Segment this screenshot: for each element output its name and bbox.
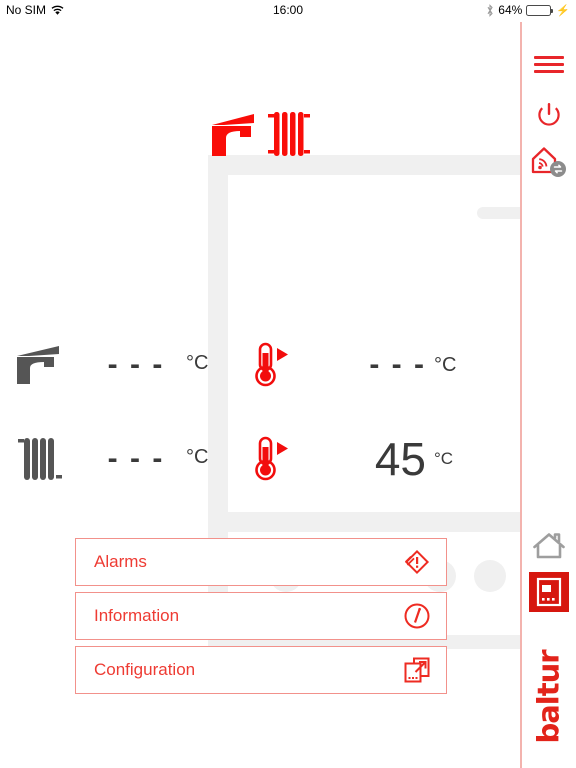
baltur-logo-text: baltur: [532, 650, 566, 744]
battery-percent-label: 64%: [498, 3, 523, 17]
status-bar-right: 64% ⚡: [486, 3, 570, 17]
radiator-setpoint-unit: °C: [434, 449, 454, 468]
hamburger-menu-button[interactable]: [522, 47, 576, 81]
faucet-temp-unit: °C: [186, 351, 209, 374]
menu-item-alarms[interactable]: Alarms: [75, 538, 447, 586]
status-bar: No SIM 16:00 64% ⚡: [0, 0, 576, 22]
hamburger-menu-icon: [534, 52, 564, 77]
thermometer-arrow-icon: [230, 341, 316, 389]
pump-circle-3: [474, 560, 506, 592]
radiator-setpoint-value: 45: [374, 433, 426, 485]
device-panel-tab-button[interactable]: [522, 570, 576, 614]
menu-item-label: Information: [94, 606, 180, 625]
radiator-temp-unit: °C: [186, 445, 209, 468]
pipe-horizontal-mid: [208, 512, 520, 532]
radiator-icon: [0, 434, 86, 484]
faucet-temp-value: - - -: [107, 348, 165, 381]
right-sidebar: baltur: [520, 22, 576, 768]
home-tab-button[interactable]: [522, 528, 576, 568]
readout-row-radiator: - - - °C 45 °C: [0, 412, 520, 506]
menu-item-label: Configuration: [94, 660, 196, 679]
home-wifi-sync-icon: [529, 143, 569, 184]
baltur-logo: baltur: [522, 650, 576, 743]
information-circle-icon: [402, 601, 432, 631]
power-icon: [534, 100, 564, 135]
alarm-warning-diamond-icon: [402, 547, 432, 577]
faucet-icon: [0, 343, 86, 387]
configuration-external-icon: [402, 655, 432, 685]
network-connection-button[interactable]: [522, 142, 576, 184]
home-outline-icon: [532, 531, 566, 566]
faucet-setpoint-value: - - -: [369, 348, 426, 381]
control-panel-icon: [529, 572, 569, 612]
menu-item-information[interactable]: Information: [75, 592, 447, 640]
readout-rows: - - - °C - - - °C - - - °C 45 °C: [0, 318, 520, 506]
battery-icon: [526, 4, 554, 16]
schematic-top-icons: [210, 108, 314, 165]
menu-item-label: Alarms: [94, 552, 147, 571]
main-menu: Alarms Information Configuration: [75, 538, 447, 700]
faucet-icon-red: [210, 112, 262, 165]
bluetooth-icon: [486, 3, 494, 17]
readout-row-faucet: - - - °C - - - °C: [0, 318, 520, 412]
pipe-stub-right: [477, 207, 525, 219]
radiator-icon-red: [266, 108, 314, 165]
app-root: No SIM 16:00 64% ⚡ - - - °C - - - °C - -…: [0, 0, 576, 768]
power-button[interactable]: [522, 100, 576, 134]
menu-item-configuration[interactable]: Configuration: [75, 646, 447, 694]
charging-bolt-icon: ⚡: [556, 4, 570, 17]
thermometer-arrow-icon: [230, 435, 316, 483]
radiator-temp-value: - - -: [107, 442, 165, 475]
faucet-setpoint-unit: °C: [434, 353, 457, 376]
